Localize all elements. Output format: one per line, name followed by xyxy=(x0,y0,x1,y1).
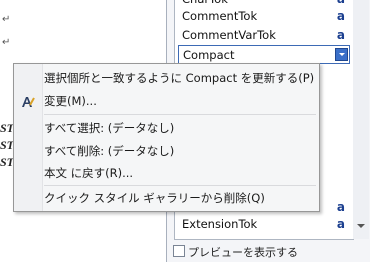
paragraph-mark: ↵ xyxy=(2,14,11,25)
character-style-icon: a xyxy=(336,28,345,42)
scroll-down-arrow-icon[interactable] xyxy=(357,224,365,228)
style-context-menu: 選択個所と一致するように Compact を更新する(P) 変更(M)... す… xyxy=(13,63,320,212)
style-dropdown-button[interactable] xyxy=(335,48,348,61)
preview-checkbox[interactable] xyxy=(173,245,185,257)
menu-item-select-all[interactable]: すべて選択: (データなし) xyxy=(44,118,174,138)
modify-style-icon xyxy=(22,97,35,107)
menu-separator xyxy=(44,114,316,115)
style-name: ExtensionTok xyxy=(182,217,258,231)
document-text: ST xyxy=(0,138,15,152)
menu-icon-gutter xyxy=(14,64,43,211)
menu-item-remove-from-gallery[interactable]: クイック スタイル ギャラリーから削除(Q) xyxy=(44,188,265,208)
style-name: CommentVarTok xyxy=(182,28,276,42)
character-style-icon: a xyxy=(336,217,345,231)
paragraph-mark: ↵ xyxy=(2,37,11,48)
menu-item-update-to-match[interactable]: 選択個所と一致するように Compact を更新する(P) xyxy=(44,68,314,88)
menu-item-revert-to-normal[interactable]: 本文 に戻す(R)... xyxy=(44,163,133,183)
preview-option[interactable]: プレビューを表示する xyxy=(173,245,298,261)
document-text: ST xyxy=(0,121,15,135)
style-list-scrollbar[interactable] xyxy=(353,0,369,239)
style-name: CommentTok xyxy=(182,9,258,23)
character-style-icon: a xyxy=(336,9,345,23)
preview-label: プレビューを表示する xyxy=(188,246,298,259)
style-item-commenttok[interactable]: CommentTok a xyxy=(178,7,350,26)
menu-item-modify[interactable]: 変更(M)... xyxy=(44,91,97,111)
menu-separator xyxy=(44,185,316,186)
document-text: ST xyxy=(0,155,15,169)
style-item-extensiontok[interactable]: ExtensionTok a xyxy=(178,215,350,234)
style-item-commentvartok[interactable]: CommentVarTok a xyxy=(178,26,350,45)
style-item-compact[interactable]: Compact xyxy=(178,45,350,64)
menu-item-delete-all[interactable]: すべて削除: (データなし) xyxy=(44,141,174,161)
